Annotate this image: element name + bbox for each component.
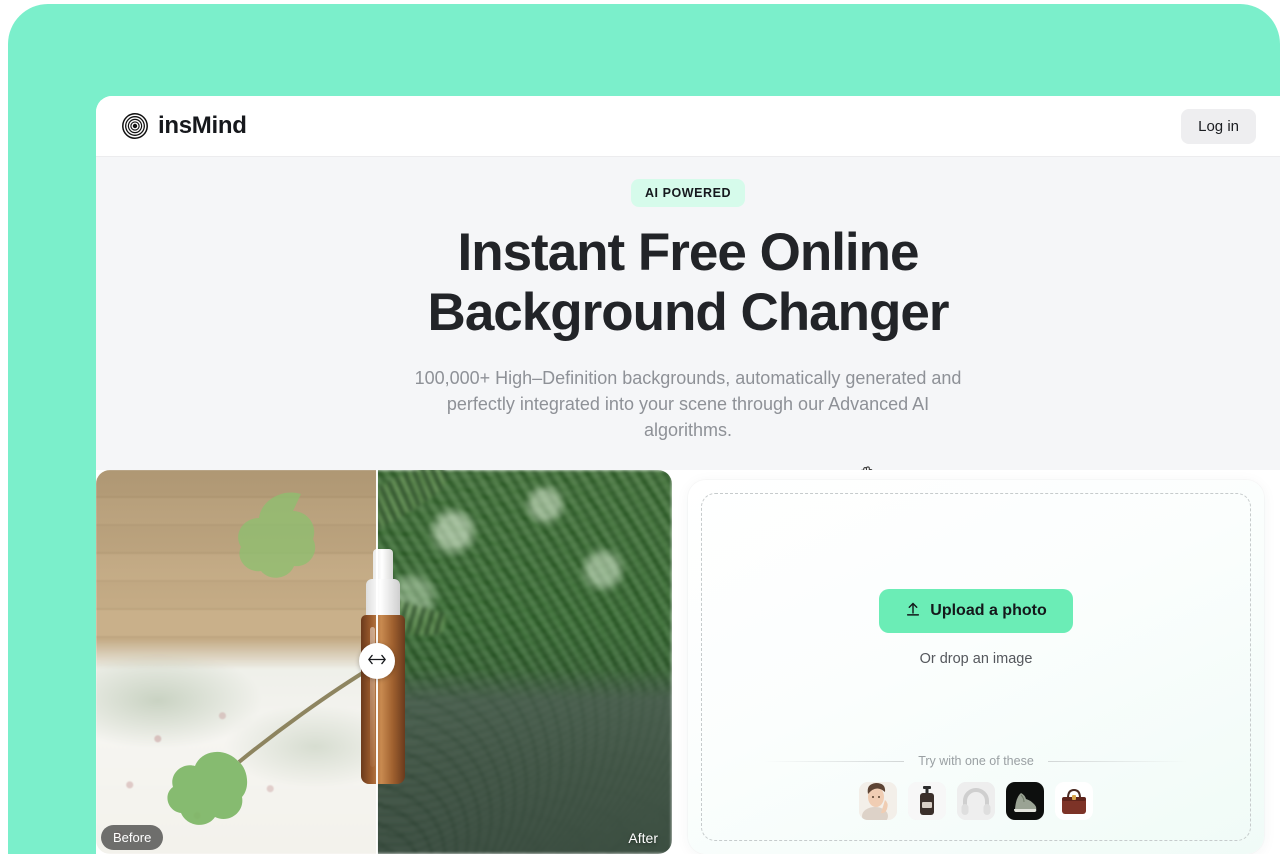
bottle-neck — [366, 579, 400, 619]
left-right-arrow-icon — [368, 652, 386, 670]
before-label: Before — [101, 825, 164, 850]
file-dropzone[interactable]: Upload a photo Or drop an image Try with… — [701, 493, 1251, 841]
comparison-slider-handle[interactable] — [359, 643, 395, 679]
upload-photo-button[interactable]: Upload a photo — [879, 589, 1073, 633]
upload-photo-button-label: Upload a photo — [930, 602, 1047, 619]
page-title-line-1: Instant Free Online — [457, 223, 919, 282]
login-button[interactable]: Log in — [1181, 108, 1256, 144]
after-label: After — [628, 830, 658, 846]
site-header: insMind Log in — [96, 96, 1280, 157]
brand-logo[interactable]: insMind — [122, 112, 247, 140]
page-title: Instant Free Online Background Changer — [96, 223, 1280, 343]
brand-name: insMind — [158, 112, 247, 139]
bottle-body — [361, 615, 405, 784]
upload-card: Upload a photo Or drop an image Try with… — [688, 480, 1264, 854]
sample-headphones[interactable] — [957, 782, 995, 820]
try-samples-label: Try with one of these — [918, 754, 1034, 768]
sample-cosmetic-bottle[interactable] — [908, 782, 946, 820]
sample-woman-portrait[interactable] — [859, 782, 897, 820]
ivy-decoration-icon — [167, 492, 376, 825]
upload-arrow-icon — [905, 601, 921, 622]
hero-section: AI POWERED Instant Free Online Backgroun… — [96, 157, 1280, 488]
after-image-art — [377, 470, 672, 854]
sample-handbag[interactable] — [1055, 782, 1093, 820]
before-image — [96, 470, 377, 854]
divider-line-left — [764, 760, 905, 762]
concentric-circles-logo-icon — [122, 113, 148, 139]
after-image — [377, 470, 672, 854]
sample-sneaker[interactable] — [1006, 782, 1044, 820]
drop-image-hint: Or drop an image — [919, 651, 1033, 667]
try-samples-divider: Try with one of these — [702, 754, 1250, 768]
sample-thumbnails — [702, 782, 1250, 820]
ai-powered-badge: AI POWERED — [630, 179, 746, 207]
page-subtitle: 100,000+ High–Definition backgrounds, au… — [414, 368, 962, 440]
before-after-comparison[interactable]: Before After — [96, 470, 672, 854]
upload-panel: Upload a photo Or drop an image Try with… — [672, 470, 1280, 854]
content-row: Before After Upload a photo Or drop an i… — [96, 470, 1280, 854]
page-title-line-2: Background Changer — [427, 283, 950, 342]
divider-line-right — [1047, 760, 1189, 762]
app-window: insMind Log in AI POWERED Instant Free O… — [96, 96, 1280, 854]
